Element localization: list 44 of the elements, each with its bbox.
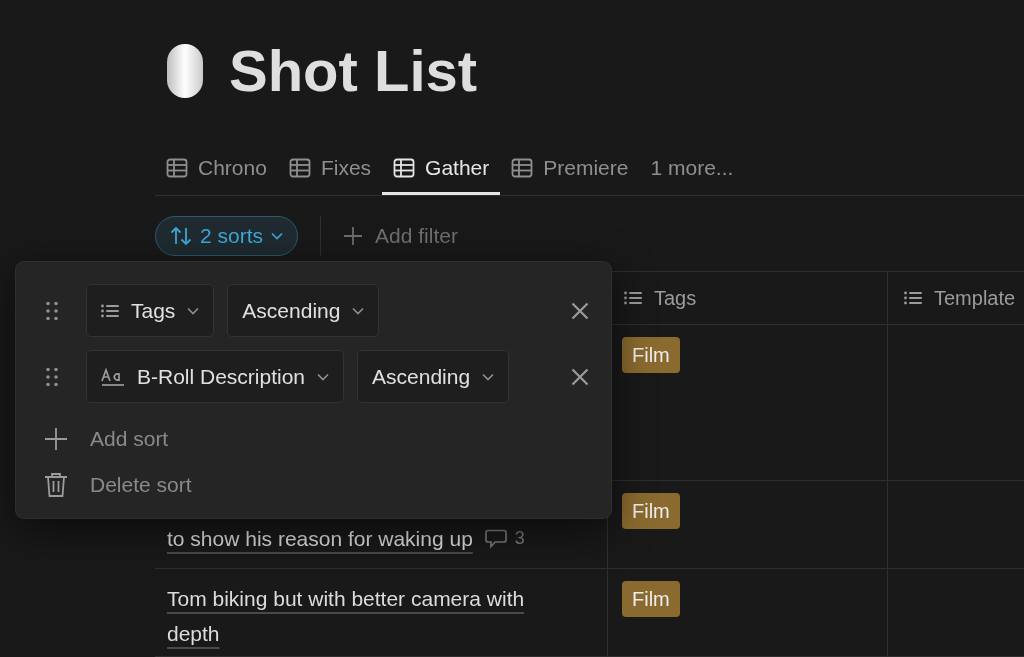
comment-count: 3 <box>514 527 525 550</box>
drag-handle-icon[interactable] <box>46 300 58 321</box>
tag-badge: Film <box>622 581 680 617</box>
view-tab[interactable]: Chrono <box>155 144 278 195</box>
add-sort-button[interactable]: Add sort <box>44 416 169 462</box>
plus-icon <box>343 226 364 246</box>
add-filter-button[interactable]: Add filter <box>343 220 458 252</box>
text-type-icon <box>101 366 125 387</box>
list-icon <box>624 291 642 305</box>
chevron-down-icon <box>482 372 495 381</box>
property-select[interactable]: Tags <box>86 284 215 337</box>
trash-icon <box>44 472 68 498</box>
sort-button[interactable]: 2 sorts <box>155 216 299 256</box>
chevron-down-icon <box>271 232 284 240</box>
list-icon <box>101 303 119 318</box>
direction-select[interactable]: Ascending <box>357 350 510 403</box>
table-icon <box>393 158 416 178</box>
column-header: Template <box>934 286 1016 311</box>
chevron-down-icon <box>352 306 365 315</box>
property-select[interactable]: B-Roll Description <box>86 350 345 403</box>
tag-badge: Film <box>622 337 680 373</box>
comment-icon <box>484 528 507 549</box>
list-icon <box>904 291 922 305</box>
plus-icon <box>44 427 68 451</box>
row-title[interactable]: Tom biking but with better camera with depth <box>167 581 567 651</box>
table-icon <box>166 158 188 178</box>
view-tab[interactable]: Premiere <box>500 144 640 195</box>
view-tab[interactable]: Fixes <box>277 144 383 195</box>
table-icon <box>288 158 311 178</box>
chevron-down-icon <box>317 372 330 381</box>
row-title[interactable]: to show his reason for waking up <box>167 521 473 556</box>
close-icon <box>571 367 589 386</box>
view-tab[interactable]: 1 more... <box>639 144 745 195</box>
direction-select[interactable]: Ascending <box>227 284 380 337</box>
chevron-down-icon <box>187 306 200 315</box>
view-tab[interactable]: Gather <box>382 144 501 195</box>
column-header: Tags <box>654 286 697 311</box>
page-title: Shot List <box>229 42 478 100</box>
table-icon <box>511 158 534 178</box>
sort-arrows-icon <box>170 226 192 246</box>
delete-sort-button[interactable]: Delete sort <box>44 462 192 508</box>
drag-handle-icon[interactable] <box>46 366 58 387</box>
tag-badge: Film <box>622 493 680 529</box>
close-icon <box>571 301 589 320</box>
